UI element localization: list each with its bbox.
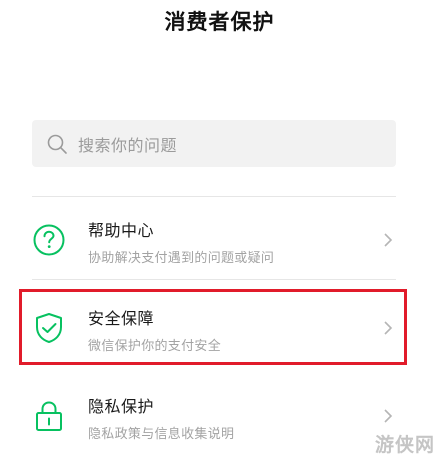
search-placeholder: 搜索你的问题 (78, 135, 178, 155)
lock-icon (36, 401, 62, 431)
divider (32, 196, 396, 197)
help-circle-icon (33, 224, 65, 256)
chevron-right-icon (384, 409, 393, 423)
watermark-logo: 游侠网 (374, 434, 435, 456)
highlight-box (19, 289, 407, 365)
page-title: 消费者保护 (164, 10, 275, 34)
chevron-right-icon (384, 233, 393, 247)
help-center-label: 帮助中心 (88, 221, 155, 240)
privacy-label: 隐私保护 (88, 397, 155, 416)
search-icon (47, 134, 67, 154)
privacy-desc: 隐私政策与信息收集说明 (88, 427, 235, 442)
search-input[interactable]: 搜索你的问题 (32, 120, 396, 167)
privacy-item[interactable]: 隐私保护 隐私政策与信息收集说明 (32, 383, 396, 453)
help-center-desc: 协助解决支付遇到的问题或疑问 (88, 251, 275, 266)
divider (32, 279, 396, 280)
help-center-item[interactable]: 帮助中心 协助解决支付遇到的问题或疑问 (32, 205, 396, 275)
